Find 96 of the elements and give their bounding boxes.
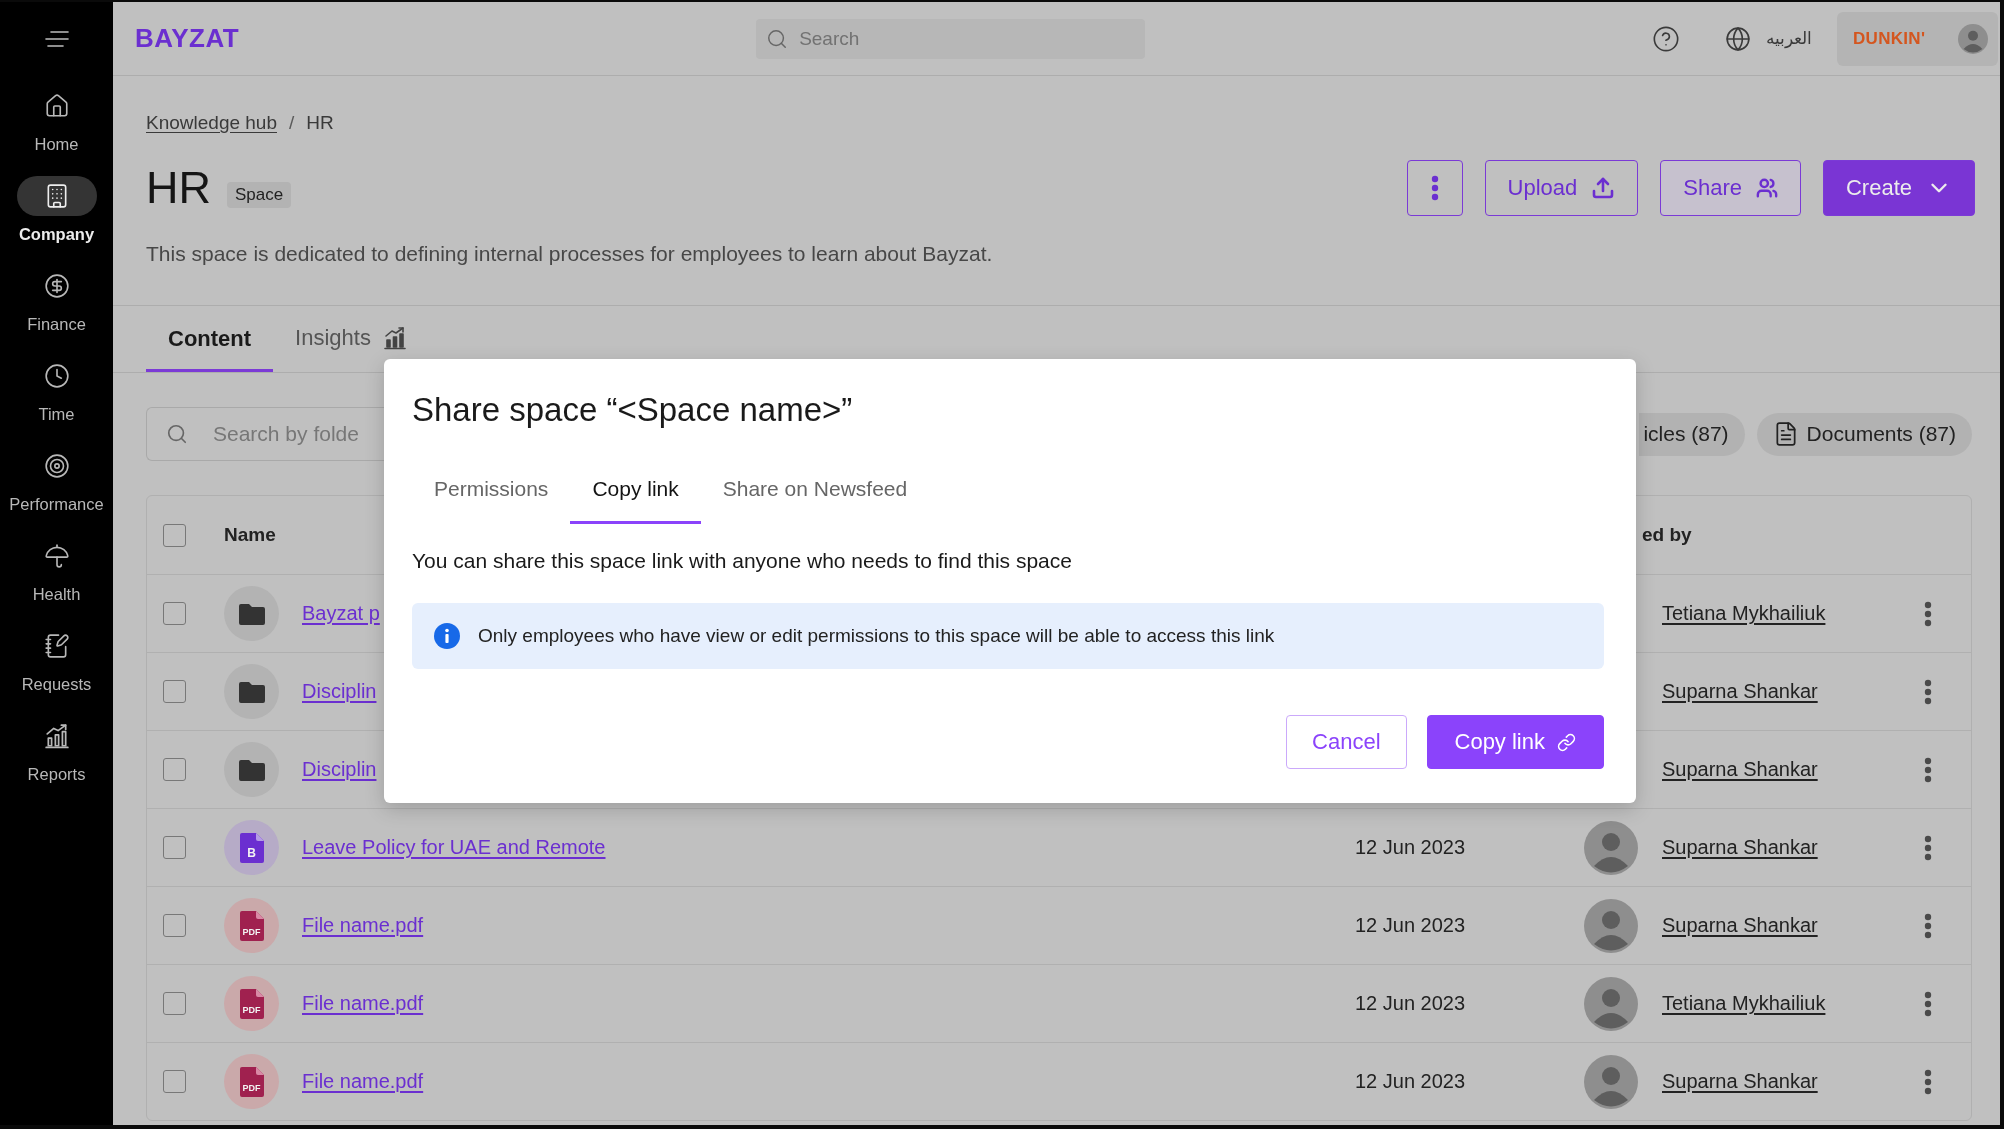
upload-button[interactable]: Upload [1484, 160, 1639, 216]
date-text: 12 Jun 2023 [1355, 992, 1466, 1015]
pdf-file-icon: PDF [224, 1054, 279, 1109]
more-icon[interactable] [1924, 1068, 1932, 1095]
info-text: Only employees who have view or edit permissions to this space will be able to access this link [478, 625, 1275, 647]
dollar-icon [43, 273, 70, 299]
date-text: 12 Jun 2023 [1355, 836, 1466, 859]
breadcrumb-separator: / [289, 111, 295, 135]
checkbox[interactable] [163, 523, 186, 547]
file-name-link[interactable]: File name.pdf [302, 992, 424, 1015]
nav-item[interactable]: Finance [0, 256, 113, 346]
building-icon [16, 176, 97, 216]
people-icon [1755, 177, 1778, 199]
search-icon [766, 27, 789, 50]
dialog-tab[interactable]: Share on Newsfeed [700, 448, 930, 524]
home-icon [43, 93, 70, 119]
article-file-icon: B [224, 820, 279, 875]
owner-name-link[interactable]: Suparna Shankar [1662, 680, 1818, 703]
umbrella-icon [43, 543, 70, 569]
pdf-file-icon: PDF [224, 898, 279, 953]
checkbox[interactable] [163, 914, 186, 937]
more-icon[interactable] [1924, 990, 1932, 1017]
create-button[interactable]: Create [1822, 160, 1975, 216]
more-icon[interactable] [1924, 678, 1932, 705]
space-tag: Space [227, 182, 292, 208]
file-name-link[interactable]: File name.pdf [302, 1070, 424, 1093]
page-title: HR [146, 162, 211, 214]
owner-name-link[interactable]: Suparna Shankar [1662, 1070, 1818, 1093]
kebab-icon [1430, 175, 1439, 201]
search-icon [166, 423, 188, 445]
nav-item[interactable]: Health [0, 526, 113, 616]
nav-item[interactable]: Reports [0, 706, 113, 796]
chart-icon [382, 325, 407, 350]
user-avatar-icon [1584, 898, 1638, 953]
dialog-title: Share space “<Space name>” [412, 390, 853, 430]
user-avatar-icon [1584, 976, 1638, 1031]
file-name-link[interactable]: Disciplin [302, 758, 377, 781]
owner-name-link[interactable]: Suparna Shankar [1662, 758, 1818, 781]
nav-item[interactable]: Home [0, 76, 113, 166]
file-name-link[interactable]: File name.pdf [302, 914, 424, 937]
globe-icon [1725, 25, 1751, 52]
more-icon[interactable] [1924, 912, 1932, 939]
dialog-tab[interactable]: Permissions [412, 448, 571, 524]
tab[interactable]: Insights [273, 320, 429, 358]
column-header: ed by [1642, 524, 1692, 546]
filter-chip[interactable]: icles (87) [1639, 412, 1745, 456]
upload-icon [1591, 176, 1616, 200]
nav-item[interactable]: Requests [0, 616, 113, 706]
target-icon [43, 453, 70, 479]
search-field[interactable]: Search by folde [146, 407, 384, 461]
column-header: Name [224, 524, 276, 546]
more-button[interactable] [1406, 160, 1463, 216]
owner-name-link[interactable]: Suparna Shankar [1662, 914, 1818, 937]
cancel-button[interactable]: Cancel [1286, 715, 1407, 769]
dialog-text: You can share this space link with anyone who needs to find this space [412, 548, 1072, 574]
checkbox[interactable] [163, 680, 186, 703]
dialog-tab[interactable]: Copy link [570, 448, 701, 524]
copy-link-button[interactable]: Copy link [1426, 715, 1604, 769]
breadcrumb-current: HR [306, 111, 334, 135]
file-name-link[interactable]: Bayzat p [302, 602, 380, 625]
more-icon[interactable] [1924, 600, 1932, 627]
user-avatar-icon [1958, 23, 1988, 54]
more-icon[interactable] [1924, 756, 1932, 783]
search-field[interactable]: Search [756, 18, 1146, 59]
more-icon[interactable] [1924, 834, 1932, 861]
owner-name-link[interactable]: Tetiana Mykhailiuk [1662, 992, 1826, 1015]
pdf-file-icon: PDF [224, 976, 279, 1031]
user-avatar-icon [1584, 1054, 1638, 1109]
link-icon [1557, 732, 1576, 752]
owner-name-link[interactable]: Tetiana Mykhailiuk [1662, 602, 1826, 625]
nav-item[interactable]: Company [0, 166, 113, 256]
language-button[interactable]: العربيه [1725, 25, 1812, 52]
checkbox[interactable] [163, 992, 186, 1015]
menu-icon[interactable] [44, 31, 69, 47]
share-button[interactable]: Share [1660, 160, 1801, 216]
checkbox[interactable] [163, 1070, 186, 1093]
help-icon[interactable] [1652, 24, 1680, 53]
breadcrumb-link[interactable]: Knowledge hub [146, 111, 277, 135]
notepad-pen-icon [43, 633, 70, 659]
owner-name-link[interactable]: Suparna Shankar [1662, 836, 1818, 859]
company-logo[interactable]: BAYZAT [135, 23, 240, 54]
date-text: 12 Jun 2023 [1355, 1070, 1466, 1093]
info-icon [434, 623, 460, 649]
checkbox[interactable] [163, 602, 186, 625]
date-text: 12 Jun 2023 [1355, 914, 1466, 937]
checkbox[interactable] [163, 836, 186, 859]
bar-chart-icon [43, 723, 70, 749]
file-name-link[interactable]: Leave Policy for UAE and Remote [302, 836, 606, 859]
space-description: This space is dedicated to defining internal processes for employees to learn about Bayzat. [146, 241, 993, 267]
user-avatar-icon [1584, 820, 1638, 875]
clock-icon [43, 363, 70, 389]
nav-item[interactable]: Time [0, 346, 113, 436]
filter-chip[interactable]: Documents (87) [1756, 412, 1972, 456]
checkbox[interactable] [163, 758, 186, 781]
nav-item[interactable]: Performance [0, 436, 113, 526]
file-name-link[interactable]: Disciplin [302, 680, 377, 703]
